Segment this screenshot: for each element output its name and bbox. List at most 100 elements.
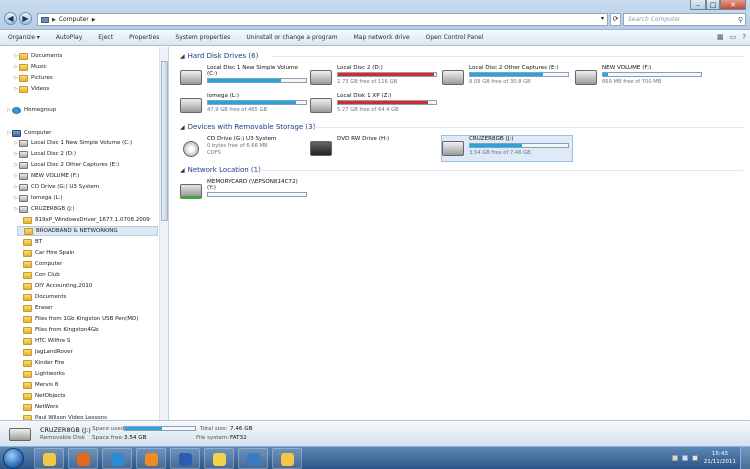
maximize-button[interactable]: □	[706, 0, 720, 10]
nav-item[interactable]: ▷ CD Drive (G:) U3 System	[13, 182, 99, 192]
nav-scrollbar[interactable]	[160, 47, 169, 420]
nav-item[interactable]: Eraser	[17, 303, 53, 313]
search-input[interactable]: Search Computer ⚲	[623, 13, 746, 26]
drive-tile[interactable]: CD Drive (G:) U3 System 0 bytes free of 6…	[180, 136, 310, 162]
drive-tile[interactable]: DVD RW Drive (H:)	[310, 136, 440, 162]
nav-item[interactable]: Paul Wilson Video Lessons	[17, 413, 107, 420]
toolbar-item-0[interactable]: Organize ▾	[0, 34, 48, 41]
toolbar-item-2[interactable]: Eject	[90, 34, 121, 41]
help-icon[interactable]: ?	[742, 33, 746, 41]
taskbar-app-ie[interactable]	[102, 448, 132, 469]
address-bar[interactable]: ▶ Computer ▶ ▾	[37, 13, 608, 26]
clock[interactable]: 15:43 21/11/2011	[704, 450, 736, 466]
nav-item[interactable]: DIY Accounting,2010	[17, 281, 92, 291]
nav-item[interactable]: ▷ Iomega (L:)	[13, 193, 63, 203]
clock-date: 21/11/2011	[703, 459, 736, 465]
breadcrumb-separator[interactable]: ▶	[52, 17, 56, 23]
breadcrumb-arrow[interactable]: ▶	[92, 17, 96, 23]
nav-item-label: Music	[31, 64, 47, 70]
nav-item[interactable]: ▷ Local Disc 2 Other Captures (E:)	[13, 160, 119, 170]
scrollbar-thumb[interactable]	[161, 61, 168, 221]
network-icon[interactable]	[682, 455, 688, 461]
drive-tile[interactable]: CRUZER8GB (J:) 3.54 GB free of 7.46 GB	[441, 135, 573, 162]
group-removable-storage[interactable]: ◢ Devices with Removable Storage (3)	[180, 123, 315, 131]
nav-item[interactable]: ▷ Pictures	[13, 73, 53, 83]
nav-item[interactable]: Con Club	[17, 270, 60, 280]
nav-item[interactable]: Documents	[17, 292, 66, 302]
drive-name: Local Disk 1 XP (Z:)	[337, 93, 392, 99]
breadcrumb-computer[interactable]: Computer	[59, 16, 89, 23]
nav-item[interactable]: ▷ Videos	[13, 84, 49, 94]
nav-item[interactable]: Files from Kingston4Gb	[17, 325, 99, 335]
nav-item[interactable]: NetObjects	[17, 391, 65, 401]
firefox-icon	[77, 453, 90, 466]
nav-item[interactable]: Lightworks	[17, 369, 65, 379]
toolbar-item-6[interactable]: Map network drive	[346, 34, 418, 41]
taskbar-app-firefox[interactable]	[68, 448, 98, 469]
toolbar-item-3[interactable]: Properties	[121, 34, 167, 41]
navigation-pane[interactable]: ▷ Documents ▷ Music ▷ Pictures ▷ Videos ▷ Homegro…	[0, 47, 160, 420]
nav-item[interactable]: BROADBAND & NETWORKING	[17, 226, 158, 236]
drive-tile[interactable]: MEMORYCARD (\\EPSON814C72) (Y:)	[180, 179, 310, 205]
flag-icon[interactable]	[672, 455, 678, 461]
nav-item[interactable]: 819xP_WindowsDriver_1677.1.0708.2009	[17, 215, 150, 225]
back-button[interactable]: ◀	[4, 12, 17, 25]
nav-item[interactable]: ▷ Local Disc 1 New Simple Volume (C:)	[13, 138, 132, 148]
start-button[interactable]	[3, 448, 24, 469]
drive-tile[interactable]: Local Disc 2 Other Captures (E:) 8.09 GB …	[442, 65, 572, 91]
view-options-icon[interactable]: ▦	[717, 33, 724, 41]
nav-item-label: Homegroup	[24, 107, 57, 113]
drive-tile[interactable]: Iomega (L:) 47.9 GB free of 465 GB	[180, 93, 310, 119]
nav-item[interactable]: ▷ Music	[13, 62, 47, 72]
nav-item[interactable]: ▷ Local Disc 2 (D:)	[13, 149, 76, 159]
taskbar-app-app[interactable]	[272, 448, 302, 469]
nav-item[interactable]: BT	[17, 237, 42, 247]
nav-item[interactable]: Mervis 8	[17, 380, 58, 390]
nav-item[interactable]: NetWorx	[17, 402, 59, 412]
toolbar-item-4[interactable]: System properties	[167, 34, 238, 41]
nav-item-label: CD Drive (G:) U3 System	[31, 184, 100, 190]
nav-item[interactable]: ▷ Documents	[13, 51, 62, 61]
toolbar-item-7[interactable]: Open Control Panel	[418, 34, 492, 41]
nav-item[interactable]: Car Hire Spain	[17, 248, 75, 258]
folder-icon	[23, 381, 32, 389]
taskbar-app-thunderbird[interactable]	[238, 448, 268, 469]
taskbar-app-media-player[interactable]	[136, 448, 166, 469]
taskbar-app-notes[interactable]	[204, 448, 234, 469]
drive-tile[interactable]: NEW VOLUME (F:) 669 MB free of 700 MB	[575, 65, 705, 91]
nav-item[interactable]: ▷ NEW VOLUME (F:)	[13, 171, 79, 181]
nav-item-label: Lightworks	[35, 371, 65, 377]
nav-item[interactable]: HTC Wilfire S	[17, 336, 70, 346]
close-button[interactable]: ✕	[720, 0, 746, 10]
capacity-bar	[469, 72, 569, 77]
drive-tile[interactable]: Local Disk 1 XP (Z:) 5.27 GB free of 64.4…	[310, 93, 440, 119]
drive-name: CRUZER8GB (J:)	[469, 136, 514, 142]
nav-item[interactable]: ▷ CRUZER8GB (J:)	[13, 204, 75, 214]
toolbar-item-1[interactable]: AutoPlay	[48, 34, 90, 41]
nav-item[interactable]: Computer	[17, 259, 62, 269]
group-hard-disk-drives[interactable]: ◢ Hard Disk Drives (6)	[180, 52, 258, 60]
taskbar-app-explorer[interactable]	[34, 448, 64, 469]
nav-item[interactable]: ▷ Homegroup	[6, 105, 56, 115]
minimize-button[interactable]: –	[690, 0, 706, 10]
nav-item[interactable]: Files from 1Gb Kingston USB Pen(MD)	[17, 314, 138, 324]
group-title: Hard Disk Drives (6)	[187, 52, 259, 60]
refresh-button[interactable]: ⟳	[610, 13, 621, 26]
preview-pane-icon[interactable]: ▭	[730, 33, 737, 41]
drive-tile[interactable]: Local Disc 1 New Simple Volume (C:)	[180, 65, 310, 91]
forward-button[interactable]: ▶	[19, 12, 32, 25]
group-network-location[interactable]: ◢ Network Location (1)	[180, 166, 261, 174]
nav-item[interactable]: ▷ Computer	[6, 128, 51, 138]
address-dropdown-icon[interactable]: ▾	[601, 15, 604, 22]
toolbar-item-5[interactable]: Uninstall or change a program	[238, 34, 345, 41]
drive-name-line2: (Y:)	[207, 185, 216, 191]
folder-icon	[23, 216, 32, 224]
drive-tile[interactable]: Local Disc 2 (D:) 2.73 GB free of 116 GB	[310, 65, 440, 91]
nav-item-label: BT	[35, 239, 43, 245]
volume-icon[interactable]	[692, 455, 698, 461]
search-icon: ⚲	[737, 16, 743, 24]
taskbar-app-word[interactable]	[170, 448, 200, 469]
nav-item[interactable]: JagLandRover	[17, 347, 73, 357]
nav-item[interactable]: Kinder Fire	[17, 358, 64, 368]
show-desktop-button[interactable]	[740, 447, 750, 469]
